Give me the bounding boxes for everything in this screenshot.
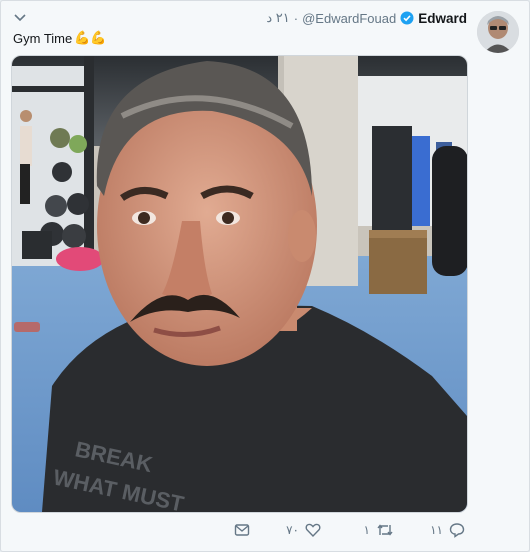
tweet-header: Edward @EdwardFouad · ٢١ د (266, 10, 467, 26)
avatar[interactable] (477, 11, 519, 53)
author-handle[interactable]: @EdwardFouad (302, 11, 396, 26)
tweet-text-content: Gym Time (13, 30, 73, 46)
reply-icon (449, 523, 465, 538)
reply-count: ١١ (430, 523, 443, 537)
author-name[interactable]: Edward (418, 11, 467, 26)
like-count: ٧٠ (286, 523, 299, 537)
reply-button[interactable]: ١١ (430, 518, 465, 542)
tweet-photo[interactable]: BREAK WHAT MUST (11, 55, 468, 513)
separator-dot: · (293, 10, 299, 26)
heart-icon (305, 523, 321, 538)
like-button[interactable]: ٧٠ (286, 518, 321, 542)
retweet-count: ١ (363, 523, 370, 537)
retweet-icon (377, 524, 393, 536)
retweet-button[interactable]: ١ (364, 518, 394, 542)
tweet-actions: ١١ ١ ٧٠ (1, 518, 529, 544)
verified-badge-icon (400, 11, 414, 25)
envelope-icon (234, 524, 250, 536)
chevron-down-icon[interactable] (13, 11, 27, 25)
tweet-card[interactable]: Edward @EdwardFouad · ٢١ د Gym Time 💪💪 B… (0, 0, 530, 552)
timestamp[interactable]: ٢١ د (266, 10, 289, 26)
tweet-text: Gym Time 💪💪 (13, 30, 107, 46)
flexed-biceps-emoji: 💪💪 (74, 30, 107, 45)
direct-message-button[interactable] (234, 518, 250, 542)
